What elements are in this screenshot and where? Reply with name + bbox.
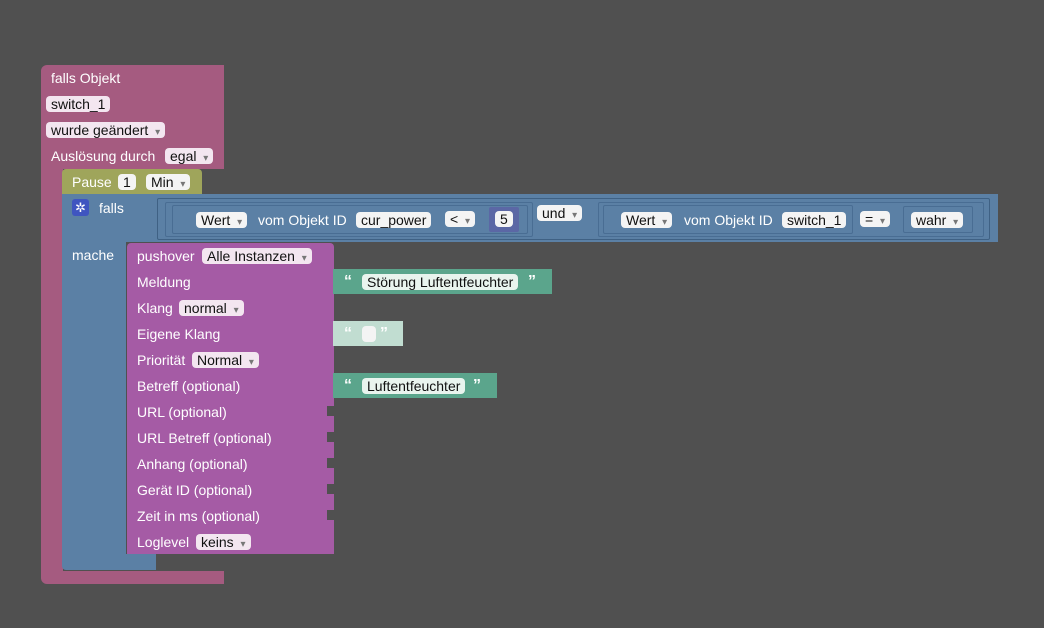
url-title-label: URL Betreff (optional) [137, 430, 272, 446]
device-label: Gerät ID (optional) [137, 482, 253, 498]
attachment-input-socket[interactable] [327, 458, 334, 468]
gear-icon[interactable]: ✲ [72, 199, 89, 216]
cond2-value-dropdown[interactable]: wahr [911, 212, 964, 228]
url-title-input-socket[interactable] [327, 432, 334, 442]
pushover-label: pushover [137, 248, 195, 264]
own-sound-label: Eigene Klang [137, 326, 221, 342]
cond1-object-id-field[interactable]: cur_power [356, 212, 432, 228]
subject-text-field[interactable]: Luftentfeuchter [362, 378, 466, 394]
own-sound-text-field[interactable] [362, 326, 376, 342]
sound-dropdown[interactable]: normal [179, 300, 244, 316]
priority-label: Priorität [137, 352, 186, 368]
url-label: URL (optional) [137, 404, 227, 420]
quote-open-icon: “ [344, 377, 352, 394]
pause-unit-dropdown[interactable]: Min [146, 174, 191, 190]
if-label: falls [99, 200, 124, 216]
if-block-left-bar [62, 242, 126, 562]
sound-label: Klang [137, 300, 173, 316]
cond2-from-label: vom Objekt ID [684, 212, 773, 228]
time-input-socket[interactable] [327, 510, 334, 520]
trigger-title: falls Objekt [51, 70, 121, 86]
logic-operator-dropdown[interactable]: und [537, 205, 583, 221]
do-label: mache [72, 247, 115, 263]
url-input-socket[interactable] [327, 406, 334, 416]
cond2-object-id-field[interactable]: switch_1 [782, 212, 847, 228]
pushover-instance-dropdown[interactable]: Alle Instanzen [202, 248, 312, 264]
cond1-operator-dropdown[interactable]: < [445, 211, 475, 227]
trigger-block-bottom [41, 571, 224, 584]
message-label: Meldung [137, 274, 191, 290]
cond1-number-field[interactable]: 5 [495, 211, 513, 227]
priority-dropdown[interactable]: Normal [192, 352, 259, 368]
cond1-attr-dropdown[interactable]: Wert [196, 212, 248, 228]
trigger-by-dropdown[interactable]: egal [165, 148, 214, 164]
loglevel-dropdown[interactable]: keins [196, 534, 251, 550]
quote-open-icon: “ [344, 325, 352, 342]
pause-amount-field[interactable]: 1 [118, 174, 136, 190]
pause-label: Pause [72, 174, 112, 190]
loglevel-label: Loglevel [137, 534, 190, 550]
if-block-bottom [62, 554, 156, 570]
message-text-field[interactable]: Störung Luftentfeuchter [362, 274, 519, 290]
cond2-operator-dropdown[interactable]: = [860, 211, 890, 227]
trigger-change-dropdown[interactable]: wurde geändert [46, 122, 166, 138]
device-input-socket[interactable] [327, 484, 334, 494]
trigger-block-left-bar [41, 169, 63, 571]
quote-close-icon: ” [528, 273, 536, 290]
trigger-by-label: Auslösung durch [51, 148, 156, 164]
quote-close-icon: ” [380, 325, 388, 342]
quote-open-icon: “ [344, 273, 352, 290]
quote-close-icon: ” [473, 377, 481, 394]
subject-label: Betreff (optional) [137, 378, 241, 394]
cond2-attr-dropdown[interactable]: Wert [621, 212, 673, 228]
cond1-from-label: vom Objekt ID [258, 212, 347, 228]
attachment-label: Anhang (optional) [137, 456, 248, 472]
trigger-object-id-field[interactable]: switch_1 [46, 96, 111, 112]
time-label: Zeit in ms (optional) [137, 508, 260, 524]
